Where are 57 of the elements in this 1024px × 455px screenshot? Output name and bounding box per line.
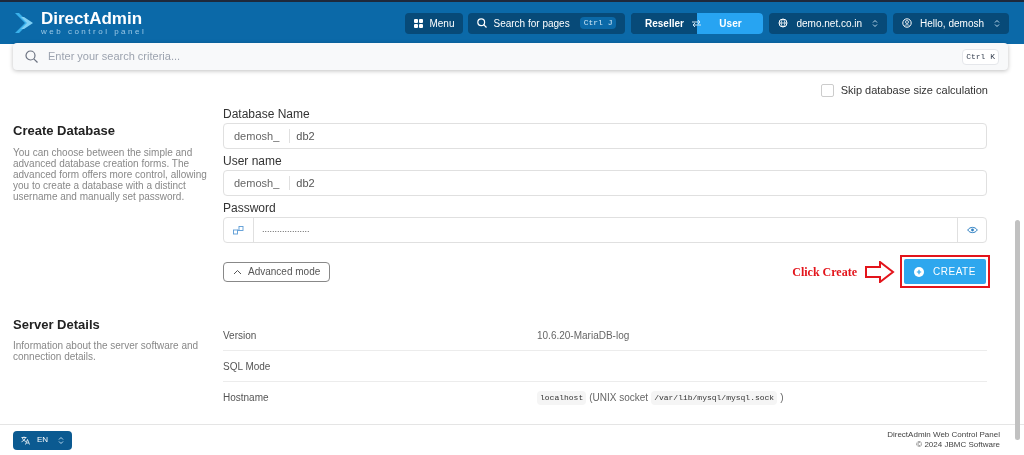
search-icon — [477, 18, 488, 28]
detail-label: Hostname — [223, 391, 270, 405]
search-icon — [25, 50, 38, 63]
shortcut-hint: Ctrl K — [962, 48, 999, 65]
detail-value: (UNIX socket — [589, 391, 649, 405]
user-icon — [902, 18, 913, 28]
advanced-mode-button[interactable]: Advanced mode — [223, 261, 331, 282]
annotation-text: Click Create — [792, 263, 857, 281]
key-pair-icon — [233, 225, 244, 235]
input-prefix: demosh_ — [224, 129, 291, 143]
globe-icon — [778, 18, 789, 28]
shortcut-hint: Ctrl J — [579, 17, 617, 29]
text-field[interactable]: demosh_ db2 — [223, 123, 987, 149]
input-prefix: demosh_ — [224, 176, 291, 190]
logo-subtitle: web control panel — [41, 28, 147, 36]
updown-caret-icon — [872, 18, 879, 28]
detail-value: ) — [780, 391, 784, 405]
input-value: db2 — [295, 128, 316, 144]
text-field[interactable]: demosh_ db2 — [223, 170, 987, 196]
search-field[interactable]: Enter your search criteria... — [48, 48, 953, 65]
input-value: ................... — [261, 223, 311, 237]
section-title: Create Database — [13, 122, 116, 140]
user-menu[interactable]: Hello, demosh — [893, 12, 1009, 34]
language-select[interactable]: EN — [13, 430, 73, 450]
menu-button[interactable]: Menu — [405, 12, 464, 34]
arrow-annotation-icon — [865, 260, 895, 283]
field-label: Database Name — [223, 106, 311, 122]
translate-icon — [21, 435, 30, 445]
field-label: User name — [223, 153, 283, 169]
detail-label: SQL Mode — [223, 359, 272, 374]
search-pages-button[interactable]: Search for pages Ctrl J — [468, 12, 626, 34]
code-snippet: localhost — [537, 390, 587, 405]
input-value: db2 — [295, 175, 316, 191]
detail-label: Version — [223, 328, 258, 343]
updown-caret-icon — [994, 18, 1000, 28]
checkbox-label: Skip database size calculation — [840, 82, 988, 98]
section-description: You can choose between the simple and advanced database creation forms. The advanced form offers more control, allowing you to create a database with a distinct username and manually set password. — [13, 146, 208, 202]
domain-select[interactable]: demo.net.co.in — [769, 12, 888, 34]
updown-caret-icon — [58, 435, 65, 445]
section-title: Server Details — [13, 316, 101, 334]
detail-value: 10.6.20-MariaDB-log — [537, 328, 630, 343]
footer-credit: © 2024 JBMC Software — [916, 440, 1000, 450]
checkbox[interactable] — [820, 83, 834, 97]
eye-icon — [966, 226, 978, 234]
grid-icon — [414, 18, 424, 28]
logo-title: DirectAdmin — [41, 10, 144, 28]
password-field[interactable]: ................... — [223, 217, 987, 243]
swap-icon — [691, 18, 703, 28]
plus-circle-icon — [914, 266, 925, 277]
footer-credit: DirectAdmin Web Control Panel — [887, 430, 1000, 440]
search-bar[interactable]: Enter your search criteria... Ctrl K — [13, 43, 1008, 70]
section-description: Information about the server software and connection details. — [13, 339, 200, 362]
chevron-up-icon — [233, 268, 242, 275]
field-label: Password — [223, 200, 277, 216]
logo-chevron-icon — [13, 11, 35, 35]
code-snippet: /var/lib/mysql/mysql.sock — [651, 390, 778, 405]
scrollbar-thumb[interactable] — [1015, 220, 1020, 440]
